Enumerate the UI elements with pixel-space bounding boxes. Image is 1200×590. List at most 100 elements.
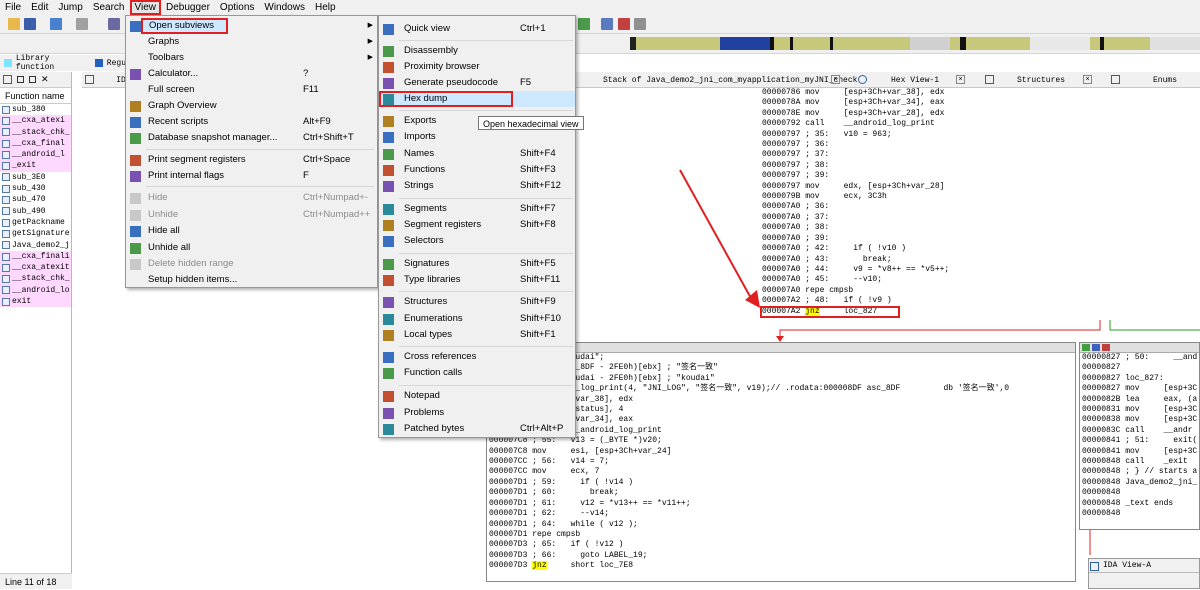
asm-line[interactable]: 00000797 ; 38: <box>762 161 949 171</box>
node-group-icon[interactable] <box>1102 344 1110 351</box>
node-color-icon[interactable] <box>1082 344 1090 351</box>
asm-line[interactable]: 00000841 ; 51: exit( <box>1082 436 1199 446</box>
asm-line[interactable]: 00000786 mov [esp+3Ch+var_38], edx <box>762 88 949 98</box>
asm-line[interactable]: 0000082B lea eax, (a <box>1082 395 1199 405</box>
asm-line[interactable]: esp+3Ch+status], 4 <box>489 405 1075 415</box>
asm-line[interactable]: 000007A0 repe cmpsb <box>762 286 949 296</box>
subviews-menu-item[interactable]: Imports <box>379 129 575 145</box>
ida-view-a-overview[interactable]: IDA View-A <box>1088 558 1200 589</box>
jnz-mnemonic[interactable]: jnz <box>532 561 547 571</box>
subviews-menu-item[interactable]: Type libraries Shift+F11 <box>379 272 575 288</box>
subviews-menu-item[interactable]: Names Shift+F4 <box>379 146 575 162</box>
asm-line[interactable]: 000007D1 ; 64: while ( v12 ); <box>489 520 1075 530</box>
asm-line[interactable]: 000007D1 ; 59: if ( !v14 ) <box>489 478 1075 488</box>
view-menu-item[interactable]: Graphs ▶ <box>126 34 377 50</box>
asm-line[interactable]: 000007D1 ; 62: --v14; <box>489 509 1075 519</box>
subviews-menu-item[interactable]: Proximity browser <box>379 59 575 75</box>
asm-line[interactable]: 000007C3 call __android_log_print <box>489 426 1075 436</box>
subviews-menu-item[interactable]: Segment registers Shift+F8 <box>379 217 575 233</box>
asm-line[interactable]: 000007A0 ; 38: <box>762 223 949 233</box>
view-menu-item[interactable]: Unhide all <box>126 240 377 256</box>
subviews-menu-item[interactable]: Signatures Shift+F5 <box>379 256 575 272</box>
view-menu-item[interactable]: Recent scripts Alt+F9 <box>126 114 377 130</box>
node-graph-icon[interactable] <box>1092 344 1100 351</box>
asm-line[interactable]: ax, (asc_8DF - 2FE0h)[ebx] ; "签名一致" <box>489 363 1075 373</box>
asm-line[interactable]: 000007D1 ; 60: break; <box>489 488 1075 498</box>
asm-line[interactable]: esp+3Ch+var_38], edx <box>489 395 1075 405</box>
asm-line[interactable]: 00000827 ; 50: __and <box>1082 353 1199 363</box>
view-menu-item[interactable]: Database snapshot manager... Ctrl+Shift+T <box>126 130 377 146</box>
asm-line[interactable]: 000007A0 ; 36: <box>762 202 949 212</box>
asm-line[interactable]: 00000827 mov [esp+3C <box>1082 384 1199 394</box>
asm-line[interactable]: 000007A2 ; 48: if ( !v9 ) <box>762 296 949 306</box>
menu-separator <box>399 40 573 41</box>
asm-line[interactable]: 00000848 call _exit <box>1082 457 1199 467</box>
subviews-menu-item[interactable]: Hex dump <box>379 91 575 107</box>
asm-line[interactable]: 00000848 Java_demo2_jni_ <box>1082 478 1199 488</box>
asm-line[interactable]: 000007C8 ; 55: v13 = (_BYTE *)v20; <box>489 436 1075 446</box>
asm-line[interactable]: 00000827 <box>1082 363 1199 373</box>
subviews-menu-item[interactable]: Segments Shift+F7 <box>379 201 575 217</box>
asm-line[interactable]: 000007D3 ; 65: if ( !v12 ) <box>489 540 1075 550</box>
asm-line[interactable]: 00000797 ; 37: <box>762 150 949 160</box>
subviews-menu-item[interactable]: Strings Shift+F12 <box>379 178 575 194</box>
asm-line[interactable]: 00000797 mov edx, [esp+3Ch+var_28] <box>762 182 949 192</box>
asm-line[interactable]: 00000848 _text ends <box>1082 499 1199 509</box>
asm-line[interactable]: 00000797 ; 35: v10 = 963; <box>762 130 949 140</box>
view-menu-item[interactable]: Graph Overview <box>126 98 377 114</box>
asm-line[interactable]: 000007A0 ; 45: --v10; <box>762 275 949 285</box>
asm-line[interactable]: 000007C8 mov esi, [esp+3Ch+var_24] <box>489 447 1075 457</box>
asm-line[interactable]: 000007D1 ; 61: v12 = *v13++ == *v11++; <box>489 499 1075 509</box>
subviews-menu-item[interactable]: Enumerations Shift+F10 <box>379 311 575 327</box>
view-menu-item[interactable]: Print segment registers Ctrl+Space <box>126 152 377 168</box>
view-menu-item[interactable]: Calculator...? <box>126 66 377 82</box>
subviews-menu-item-label: Exports <box>404 115 437 126</box>
asm-line[interactable]: 0000078A mov [esp+3Ch+var_34], eax <box>762 98 949 108</box>
asm-line[interactable]: 00000797 ; 36: <box>762 140 949 150</box>
subviews-menu-item[interactable]: Function calls <box>379 365 575 381</box>
asm-line[interactable]: 000007A0 ; 37: <box>762 213 949 223</box>
asm-line[interactable]: esp+3Ch+var_34], eax <box>489 415 1075 425</box>
subviews-menu-item[interactable]: Generate pseudocode F5 <box>379 75 575 91</box>
asm-line[interactable]: 000007D3 ; 66: goto LABEL_19; <box>489 551 1075 561</box>
subviews-menu-item[interactable]: Notepad <box>379 388 575 404</box>
view-menu-item[interactable]: Open subviews ▶ <box>130 18 373 34</box>
asm-line[interactable]: 00000797 ; 39: <box>762 171 949 181</box>
asm-line[interactable]: 00000831 mov [esp+3C <box>1082 405 1199 415</box>
view-menu-item[interactable]: Full screen F11 <box>126 82 377 98</box>
subviews-menu-item[interactable]: Problems <box>379 405 575 421</box>
asm-line[interactable]: 00000838 mov [esp+3C <box>1082 415 1199 425</box>
asm-line[interactable]: 00000792 call __android_log_print <box>762 119 949 129</box>
asm-line[interactable]: 000007A0 ; 42: if ( !v10 ) <box>762 244 949 254</box>
subviews-menu-item[interactable]: Selectors <box>379 233 575 249</box>
view-menu-item[interactable]: Toolbars ▶ <box>126 50 377 66</box>
subviews-menu-item[interactable]: Cross references <box>379 349 575 365</box>
asm-line[interactable]: 000007CC ; 56: v14 = 7; <box>489 457 1075 467</box>
asm-line[interactable]: 000007CC mov ecx, 7 <box>489 467 1075 477</box>
subviews-menu-item[interactable]: Patched bytes Ctrl+Alt+P <box>379 421 575 437</box>
view-menu-item[interactable]: Setup hidden items... <box>126 272 377 288</box>
asm-line[interactable]: _android_log_print(4, "JNI_LOG", "签名一致",… <box>489 384 1075 394</box>
subviews-menu-item[interactable]: Functions Shift+F3 <box>379 162 575 178</box>
subviews-menu-item[interactable]: Local types Shift+F1 <box>379 327 575 343</box>
asm-line[interactable]: 000007D1 repe cmpsb <box>489 530 1075 540</box>
asm-line[interactable]: 00000848 <box>1082 509 1199 519</box>
asm-line[interactable]: 00000848 <box>1082 488 1199 498</box>
subviews-menu-item[interactable]: Disassembly <box>379 43 575 59</box>
asm-line[interactable]: 000007A0 ; 39: <box>762 234 949 244</box>
subviews-menu-item[interactable]: Quick view Ctrl+1 <box>379 21 575 37</box>
asm-line[interactable]: 0000078E mov [esp+3Ch+var_28], edx <box>762 109 949 119</box>
asm-line[interactable]: 00000848 ; } // starts a <box>1082 467 1199 477</box>
asm-line[interactable]: 0000083C call __andr <box>1082 426 1199 436</box>
asm-line[interactable]: 0000079B mov ecx, 3C3h <box>762 192 949 202</box>
asm-line[interactable]: 000007D3 jnz short loc_7E8 <box>489 561 1075 571</box>
asm-line[interactable]: di, (aKoudai - 2FE0h)[ebx] ; "koudai" <box>489 374 1075 384</box>
view-menu-item[interactable]: Print internal flags F <box>126 168 377 184</box>
subviews-menu-item[interactable]: Structures Shift+F9 <box>379 294 575 310</box>
asm-line[interactable]: 00000827 loc_827: <box>1082 374 1199 384</box>
asm-line[interactable]: 11 = "koudai"; <box>489 353 1075 363</box>
asm-line[interactable]: 00000841 mov [esp+3C <box>1082 447 1199 457</box>
asm-line[interactable]: 000007A0 ; 43: break; <box>762 255 949 265</box>
asm-line[interactable]: 000007A0 ; 44: v9 = *v8++ == *v5++; <box>762 265 949 275</box>
view-menu-item[interactable]: Hide all <box>126 223 377 239</box>
